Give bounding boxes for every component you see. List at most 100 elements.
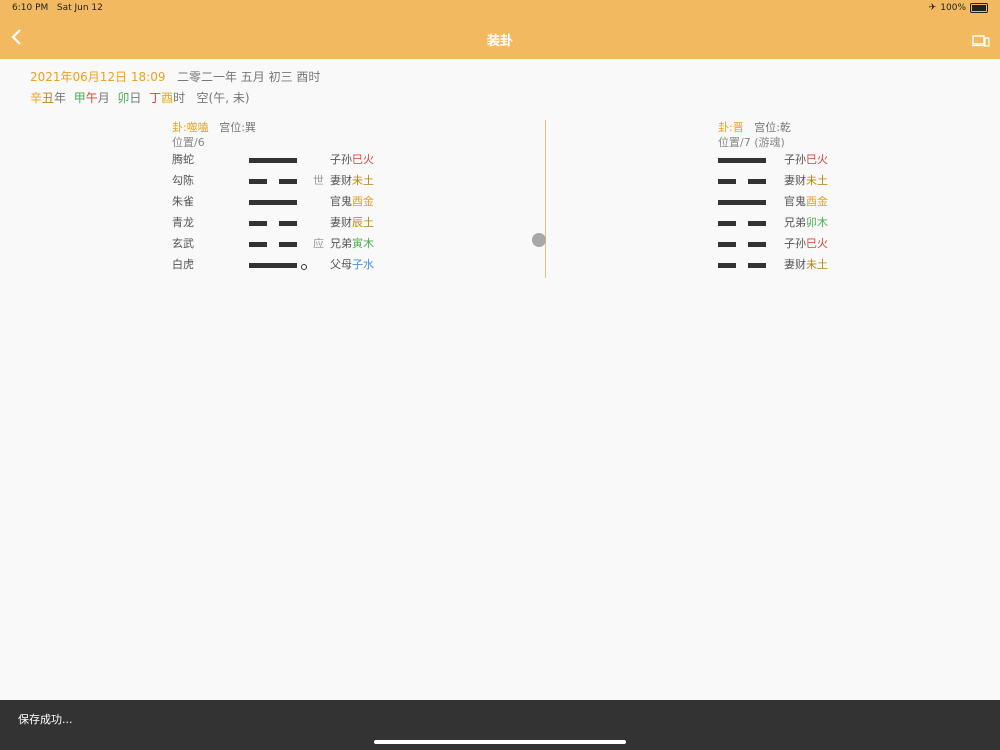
branch-element: 辰土 [352, 216, 374, 229]
branch-element: 子水 [352, 258, 374, 271]
primary-gua-header: 卦:噬嗑 宫位:巽 [172, 120, 392, 135]
liuqin-text: 兄弟 [330, 237, 352, 250]
liuqin-label: 子孙巳火 [330, 153, 374, 167]
liuqin-label: 妻财未土 [330, 174, 374, 188]
yang-line [718, 158, 768, 163]
liuqin-label: 子孙巳火 [784, 237, 828, 251]
kong-wang: 空(午, 未) [196, 91, 250, 105]
yao-row: 白虎 父母子水 [172, 258, 392, 272]
branch-element: 巳火 [352, 153, 374, 166]
hour-zhi: 酉 [161, 91, 174, 105]
status-time: 6:10 PM [12, 3, 49, 13]
liuqin-label: 官鬼酉金 [784, 195, 828, 209]
status-time-date: 6:10 PM Sat Jun 12 [12, 3, 103, 13]
branch-element: 卯木 [806, 216, 828, 229]
gua-prefix: 卦: [718, 121, 733, 134]
yao-row: 腾蛇 子孙巳火 [172, 153, 392, 167]
liuqin-label: 子孙巳火 [784, 153, 828, 167]
yin-line [249, 179, 299, 184]
status-date: Sat Jun 12 [56, 3, 103, 13]
liuqin-text: 妻财 [330, 216, 352, 229]
liuqin-text: 子孙 [330, 153, 352, 166]
yao-row: 妻财未土 [718, 258, 938, 272]
liuqin-label: 妻财未土 [784, 174, 828, 188]
primary-palace: 宫位:巽 [219, 121, 256, 134]
liuqin-text: 子孙 [784, 153, 806, 166]
yang-line [718, 200, 768, 205]
changed-hexagram-panel: 卦:晋 宫位:乾 位置/7 (游魂) 子孙巳火 妻财未土 官鬼酉金 兄弟卯木 子孙巳火妻… [718, 120, 878, 271]
yin-line [718, 242, 768, 247]
device-switch-icon[interactable] [972, 32, 990, 47]
six-spirit-label: 腾蛇 [172, 153, 194, 166]
liuqin-label: 兄弟卯木 [784, 216, 828, 230]
branch-element: 巳火 [806, 153, 828, 166]
branch-element: 未土 [352, 174, 374, 187]
page-title: 装卦 [486, 34, 513, 49]
yao-row: 妻财未土 [718, 174, 938, 188]
liuqin-text: 兄弟 [784, 216, 806, 229]
yang-line [249, 158, 299, 163]
yin-line [249, 242, 299, 247]
yao-row: 朱雀 官鬼酉金 [172, 195, 392, 209]
six-spirit-label: 勾陈 [172, 174, 194, 187]
solar-datetime: 2021年06月12日 18:09 [30, 70, 166, 84]
year-gan: 辛 [30, 91, 43, 105]
branch-element: 未土 [806, 258, 828, 271]
month-gan: 甲 [73, 91, 86, 105]
liuqin-text: 妻财 [330, 174, 352, 187]
year-zhi: 丑 [42, 91, 55, 105]
yao-row: 子孙巳火 [718, 237, 938, 251]
primary-hexagram-panel: 卦:噬嗑 宫位:巽 位置/6 腾蛇 子孙巳火 勾陈世妻财未土 朱雀 官鬼酉金 青龙 妻财辰土… [172, 120, 392, 271]
ganzhi-line: 辛丑年 甲午月 卯日 丁酉时 空(午, 未) [30, 89, 250, 106]
primary-position: 位置/6 [172, 136, 205, 149]
liuqin-label: 父母子水 [330, 258, 374, 272]
gua-prefix: 卦: [172, 121, 187, 134]
split-handle[interactable] [532, 233, 546, 247]
six-spirit-label: 玄武 [172, 237, 194, 250]
primary-gua-name: 噬嗑 [186, 121, 209, 134]
liuqin-text: 妻财 [784, 258, 806, 271]
yao-row: 玄武 应兄弟寅木 [172, 237, 392, 251]
yin-line [718, 221, 768, 226]
liuqin-text: 妻财 [784, 174, 806, 187]
branch-element: 酉金 [352, 195, 374, 208]
liuqin-label: 妻财未土 [784, 258, 828, 272]
lunar-datetime: 二零二一年 五月 初三 酉时 [176, 70, 321, 84]
toast-message: 保存成功... [18, 713, 73, 726]
hour-unit: 时 [173, 91, 186, 105]
yao-row: 子孙巳火 [718, 153, 938, 167]
liuqin-label: 妻财辰土 [330, 216, 374, 230]
moving-line-icon [301, 264, 307, 270]
six-spirit-label: 青龙 [172, 216, 194, 229]
yao-row: 勾陈 世妻财未土 [172, 174, 392, 188]
yin-line [718, 179, 768, 184]
yin-line [249, 221, 299, 226]
year-unit: 年 [54, 91, 67, 105]
airplane-icon: ✈ [928, 3, 937, 13]
shi-ying-mark: 世 [313, 174, 324, 187]
liuqin-label: 官鬼酉金 [330, 195, 374, 209]
changed-position: 位置/7 (游魂) [718, 136, 785, 149]
day-unit: 日 [129, 91, 142, 105]
branch-element: 巳火 [806, 237, 828, 250]
yang-line [249, 263, 307, 270]
yao-row: 青龙 妻财辰土 [172, 216, 392, 230]
panel-divider [545, 120, 546, 278]
changed-gua-name: 晋 [732, 121, 744, 134]
hour-gan: 丁 [149, 91, 162, 105]
branch-element: 寅木 [352, 237, 374, 250]
liuqin-text: 子孙 [784, 237, 806, 250]
navigation-bar: 6:10 PM Sat Jun 12 ✈ 100% 装卦 [0, 0, 1000, 59]
yao-row: 官鬼酉金 [718, 195, 938, 209]
home-indicator[interactable] [374, 740, 626, 744]
six-spirit-label: 朱雀 [172, 195, 194, 208]
status-right: ✈ 100% [929, 3, 988, 13]
datetime-line: 2021年06月12日 18:09 二零二一年 五月 初三 酉时 [30, 68, 320, 85]
changed-palace: 宫位:乾 [754, 121, 791, 134]
yao-row: 兄弟卯木 [718, 216, 938, 230]
liuqin-text: 父母 [330, 258, 352, 271]
branch-element: 未土 [806, 174, 828, 187]
branch-element: 酉金 [806, 195, 828, 208]
liuqin-label: 兄弟寅木 [330, 237, 374, 251]
liuqin-text: 官鬼 [784, 195, 806, 208]
